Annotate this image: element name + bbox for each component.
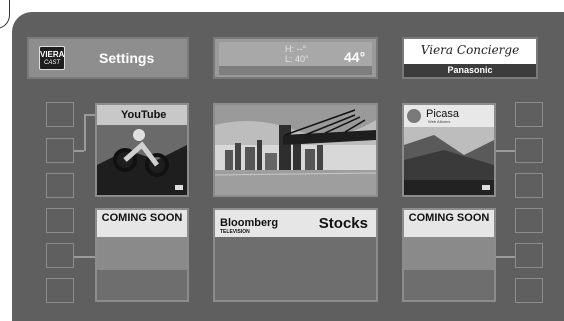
concierge-title: Viera Concierge	[420, 43, 520, 57]
youtube-label: YouTube	[121, 109, 167, 121]
logo-main: VIERA	[40, 50, 65, 59]
coming-soon-right-label: COMING SOON	[404, 210, 494, 237]
left-slot-5[interactable]	[46, 243, 74, 268]
city-bridge-image	[215, 105, 376, 195]
right-slot-6[interactable]	[515, 278, 543, 303]
coming-soon-left-label: COMING SOON	[97, 210, 187, 237]
viera-cast-logo: VIERA CAST	[39, 46, 65, 70]
left-slot-2[interactable]	[46, 138, 74, 163]
viera-concierge-tile[interactable]: Viera Concierge Panasonic	[402, 37, 538, 79]
left-slot-1[interactable]	[46, 102, 74, 127]
connector-line	[495, 256, 515, 258]
coming-soon-right[interactable]: COMING SOON	[402, 208, 496, 302]
bloomberg-stocks-tile[interactable]: Bloomberg TELEVISION Stocks	[213, 208, 378, 302]
weather-strip	[219, 66, 372, 75]
picasa-tagline: Web Albums	[428, 119, 451, 124]
left-slot-3[interactable]	[46, 173, 74, 198]
window-corner	[0, 0, 12, 30]
left-slot-6[interactable]	[46, 278, 74, 303]
weather-high: H: --°	[285, 44, 307, 54]
connector-line	[74, 150, 84, 152]
panasonic-logo: Panasonic	[404, 64, 536, 77]
right-slot-2[interactable]	[515, 138, 543, 163]
weather-temp: 44°	[344, 49, 366, 65]
bloomberg-logo: Bloomberg	[220, 217, 279, 229]
logo-sub: CAST	[43, 60, 60, 66]
featured-tile[interactable]	[213, 103, 378, 197]
coming-soon-right-body	[404, 237, 494, 270]
bloomberg-header: Bloomberg TELEVISION Stocks	[215, 210, 376, 237]
youtube-tile[interactable]: YouTube	[95, 103, 189, 197]
connector-line	[84, 114, 86, 151]
connector-line	[74, 256, 96, 258]
left-slot-4[interactable]	[46, 208, 74, 233]
connector-line	[495, 150, 515, 152]
picasa-tile[interactable]: Picasa Web Albums	[402, 103, 496, 197]
youtube-logo: YouTube	[121, 109, 167, 123]
stocks-label: Stocks	[318, 215, 368, 232]
right-slot-3[interactable]	[515, 173, 543, 198]
bloomberg-sub: TELEVISION	[220, 229, 250, 235]
coming-soon-left-body	[97, 237, 187, 270]
right-slot-1[interactable]	[515, 102, 543, 127]
weather-tile[interactable]: H: --° L: 40° 44°	[213, 37, 378, 79]
weather-low: L: 40°	[285, 54, 309, 64]
right-slot-5[interactable]	[515, 243, 543, 268]
settings-label: Settings	[99, 50, 155, 66]
coming-soon-left[interactable]: COMING SOON	[95, 208, 189, 302]
right-slot-4[interactable]	[515, 208, 543, 233]
weather-display: H: --° L: 40° 44°	[219, 42, 372, 66]
settings-tile[interactable]: VIERA CAST Settings	[27, 37, 189, 79]
